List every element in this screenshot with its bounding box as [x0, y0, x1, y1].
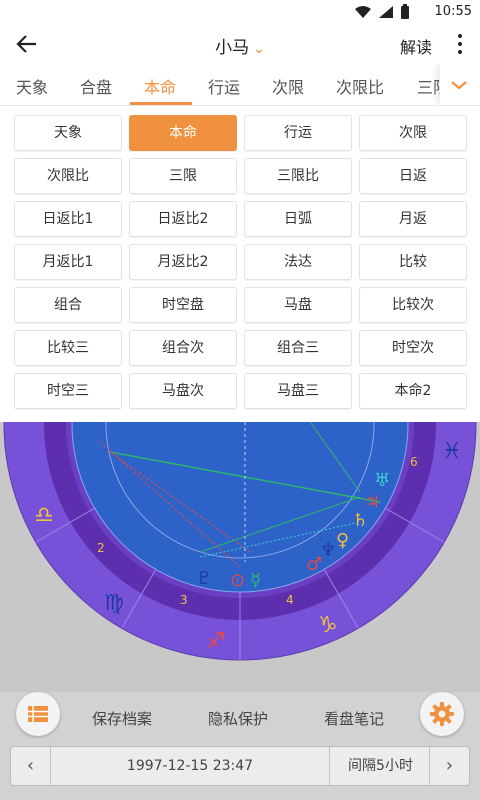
- chart-type-button[interactable]: 比较次: [359, 287, 467, 323]
- action-bar: 保存档案 隐私保护 看盘笔记: [0, 692, 480, 742]
- save-profile-button[interactable]: 保存档案: [92, 708, 152, 729]
- date-navigation: ‹ 1997-12-15 23:47 间隔5小时 ›: [0, 742, 480, 800]
- house-number: 3: [180, 593, 188, 607]
- chart-type-button[interactable]: 组合: [14, 287, 122, 323]
- chart-type-button[interactable]: 日返: [359, 158, 467, 194]
- chart-type-button[interactable]: 马盘三: [244, 373, 352, 409]
- chart-type-button[interactable]: 月返: [359, 201, 467, 237]
- chevron-down-icon: ⌄: [253, 41, 265, 57]
- privacy-protection-button[interactable]: 隐私保护: [208, 708, 268, 729]
- venus-planet-icon: ♀: [336, 530, 349, 551]
- chart-type-button[interactable]: 次限比: [14, 158, 122, 194]
- chart-type-button[interactable]: 日返比1: [14, 201, 122, 237]
- mercury-planet-icon: ☿: [250, 570, 261, 591]
- next-time-button[interactable]: ›: [429, 747, 469, 785]
- chart-type-button[interactable]: 时空次: [359, 330, 467, 366]
- tab-hepan[interactable]: 合盘: [80, 74, 112, 98]
- chart-type-button[interactable]: 三限比: [244, 158, 352, 194]
- neptune-planet-icon: ♆: [320, 540, 336, 561]
- app-bar: 小马 ⌄ 解读: [0, 24, 480, 64]
- wifi-icon: [355, 6, 371, 18]
- settings-button[interactable]: [420, 692, 464, 736]
- sagittarius-sign-icon: ♐: [206, 629, 226, 654]
- chart-type-button[interactable]: 次限: [359, 115, 467, 151]
- battery-icon: [401, 4, 409, 19]
- tab-cixian[interactable]: 次限: [272, 74, 304, 98]
- chart-type-button[interactable]: 时空三: [14, 373, 122, 409]
- chart-type-button[interactable]: 月返比2: [129, 244, 237, 280]
- natal-chart-svg: 2 3 4 6 ♓ ♑ ♐ ♍ ♎ ♃ ♄ ♂ ♀ ☿ ⊙ ♆ ♅ ♇: [3, 422, 477, 661]
- interpretation-button[interactable]: 解读: [400, 34, 432, 58]
- chart-type-grid: 天象 本命 行运 次限 次限比 三限 三限比 日返 日返比1 日返比2 日弧 月…: [0, 106, 480, 422]
- active-tab-indicator: [130, 102, 192, 105]
- profile-name: 小马: [215, 38, 250, 58]
- uranus-planet-icon: ♅: [374, 470, 390, 491]
- chart-type-button-active[interactable]: 本命: [129, 115, 237, 151]
- tab-benming[interactable]: 本命: [144, 74, 176, 98]
- menu-list-button[interactable]: [16, 692, 60, 736]
- chart-type-button[interactable]: 组合次: [129, 330, 237, 366]
- chart-type-button[interactable]: 马盘次: [129, 373, 237, 409]
- saturn-planet-icon: ♄: [352, 510, 368, 531]
- chart-type-button[interactable]: 本命2: [359, 373, 467, 409]
- house-number: 4: [286, 593, 294, 607]
- chart-type-button[interactable]: 法达: [244, 244, 352, 280]
- chart-type-button[interactable]: 月返比1: [14, 244, 122, 280]
- house-number: 2: [97, 541, 105, 555]
- gear-icon: [430, 702, 454, 726]
- libra-sign-icon: ♎: [34, 503, 54, 528]
- signal-icon: [379, 6, 393, 18]
- status-bar: 10:55: [0, 0, 480, 24]
- tab-xingyun[interactable]: 行运: [208, 74, 240, 98]
- chart-type-button[interactable]: 马盘: [244, 287, 352, 323]
- chart-tabs: 天象 合盘 本命 行运 次限 次限比 三限: [0, 64, 480, 106]
- chart-type-button[interactable]: 行运: [244, 115, 352, 151]
- chart-notes-button[interactable]: 看盘笔记: [324, 708, 384, 729]
- chart-type-button[interactable]: 比较三: [14, 330, 122, 366]
- chart-type-button[interactable]: 比较: [359, 244, 467, 280]
- chart-type-button[interactable]: 天象: [14, 115, 122, 151]
- time-interval-selector[interactable]: 间隔5小时: [329, 747, 431, 785]
- tab-cixianbi[interactable]: 次限比: [336, 74, 384, 98]
- chart-type-button[interactable]: 日返比2: [129, 201, 237, 237]
- capricorn-sign-icon: ♑: [318, 613, 338, 638]
- chevron-down-icon: [451, 81, 467, 90]
- sun-planet-icon: ⊙: [230, 570, 245, 591]
- chart-type-button[interactable]: 日弧: [244, 201, 352, 237]
- chart-type-button[interactable]: 时空盘: [129, 287, 237, 323]
- chart-type-button[interactable]: 三限: [129, 158, 237, 194]
- tab-tianxiang[interactable]: 天象: [16, 74, 48, 98]
- chart-type-button[interactable]: 组合三: [244, 330, 352, 366]
- status-time: 10:55: [434, 4, 472, 19]
- chart-datetime[interactable]: 1997-12-15 23:47: [51, 747, 329, 785]
- natal-chart-wheel[interactable]: 2 3 4 6 ♓ ♑ ♐ ♍ ♎ ♃ ♄ ♂ ♀ ☿ ⊙ ♆ ♅ ♇: [0, 422, 480, 692]
- list-icon: [28, 706, 48, 722]
- house-number: 6: [410, 455, 418, 469]
- more-options-icon[interactable]: [456, 34, 464, 54]
- expand-tabs-button[interactable]: [440, 64, 480, 105]
- pisces-sign-icon: ♓: [442, 439, 462, 464]
- pluto-planet-icon: ♇: [196, 568, 212, 589]
- previous-time-button[interactable]: ‹: [11, 747, 51, 785]
- date-control: ‹ 1997-12-15 23:47 间隔5小时 ›: [10, 746, 470, 786]
- virgo-sign-icon: ♍: [104, 591, 124, 616]
